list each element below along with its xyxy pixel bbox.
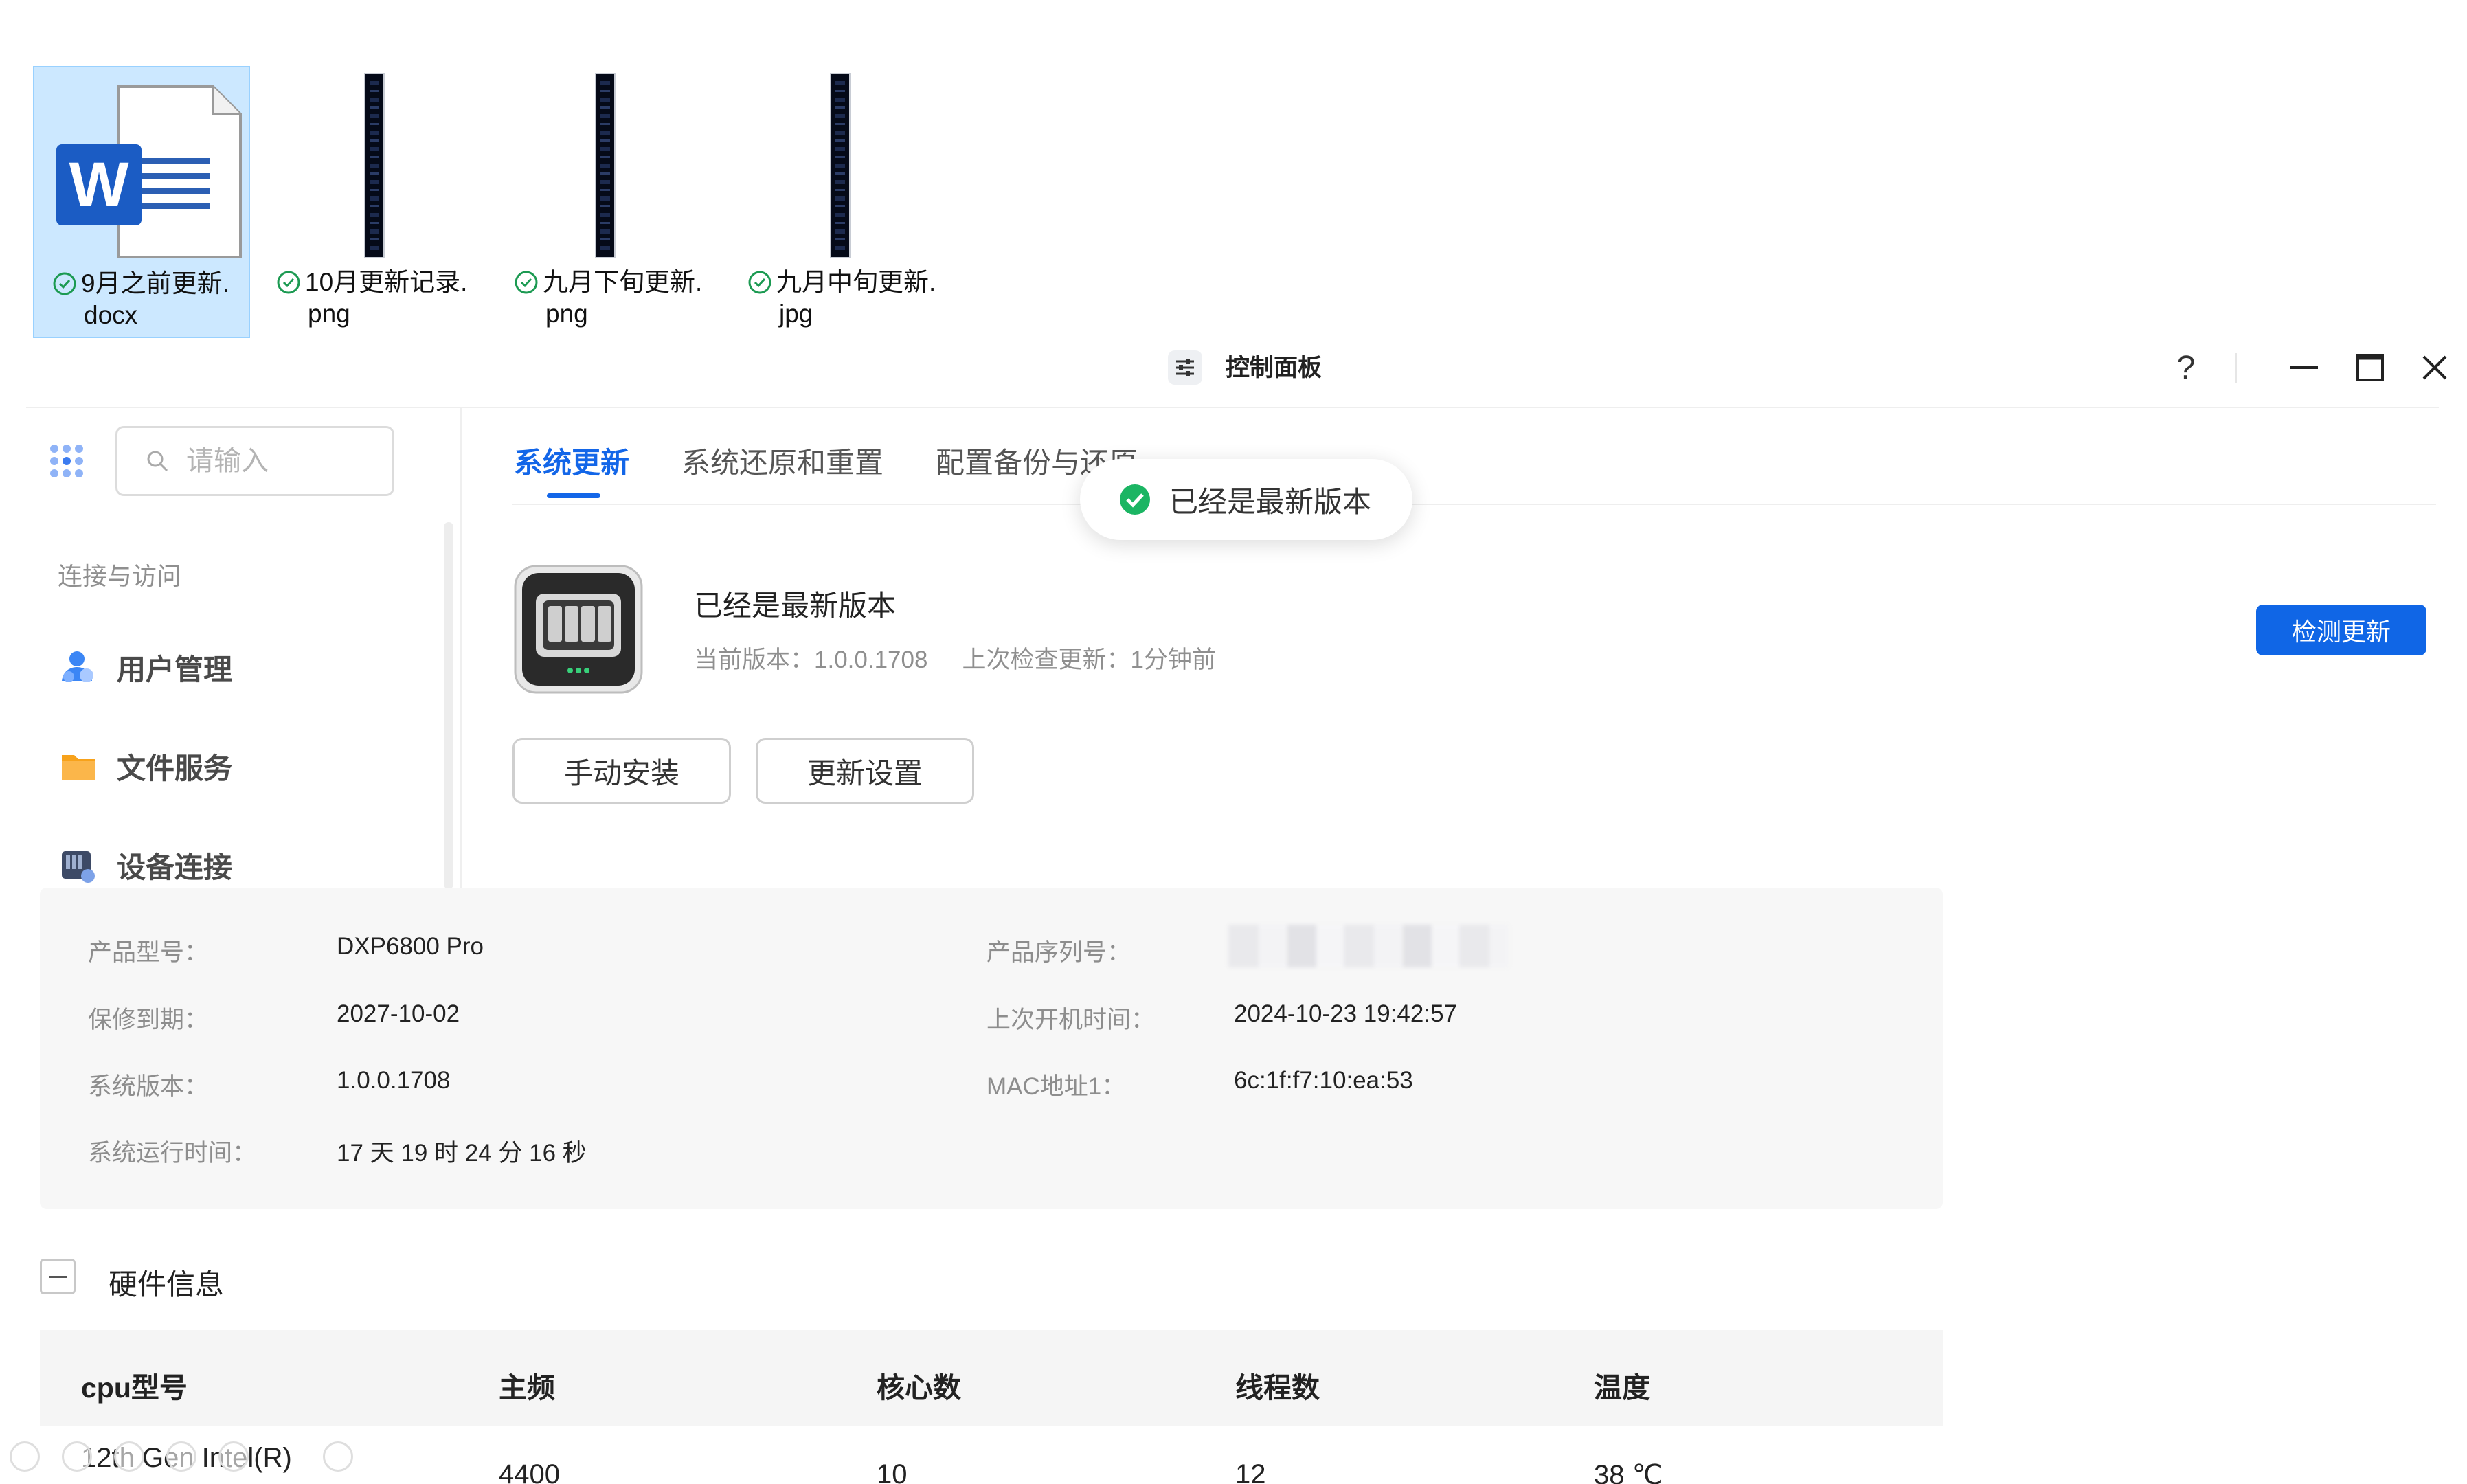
sidebar-scrollbar[interactable] <box>444 522 453 889</box>
last-boot-value: 2024-10-23 19:42:57 <box>1234 1000 1457 1027</box>
column-header-threads: 线程数 <box>1235 1372 1320 1404</box>
search-icon <box>147 451 168 472</box>
hardware-collapse-toggle[interactable] <box>40 1259 76 1294</box>
pager-more-button[interactable] <box>323 1441 353 1472</box>
last-check-label: 上次检查更新： <box>962 647 1131 673</box>
sidebar-section-label: 连接与访问 <box>58 562 182 590</box>
system-version-value: 1.0.0.1708 <box>337 1067 451 1094</box>
user-management-icon <box>62 651 93 682</box>
maximize-button[interactable] <box>2350 347 2391 388</box>
collapse-minus-icon <box>49 1275 67 1278</box>
product-model-value: DXP6800 Pro <box>337 933 484 960</box>
help-label: ? <box>2176 349 2196 386</box>
product-model-label: 产品型号： <box>88 939 209 966</box>
warranty-label: 保修到期： <box>88 1007 209 1033</box>
folder-icon <box>62 755 95 780</box>
image-thumbnail <box>595 73 616 258</box>
tab-system-update[interactable]: 系统更新 <box>514 440 629 482</box>
hardware-section-title: 硬件信息 <box>109 1268 225 1301</box>
close-icon <box>2422 355 2447 380</box>
last-boot-label: 上次开机时间： <box>987 1007 1156 1033</box>
update-settings-button[interactable]: 更新设置 <box>756 738 974 804</box>
system-version-label: 系统版本： <box>88 1073 209 1100</box>
column-header-frequency: 主频 <box>499 1372 555 1404</box>
manual-install-button[interactable]: 手动安装 <box>512 738 731 804</box>
toast-text: 已经是最新版本 <box>1169 485 1372 518</box>
sidebar-separator <box>460 408 462 889</box>
warranty-value: 2027-10-02 <box>337 1000 460 1027</box>
file-name: 9月之前更新. docx <box>52 268 251 331</box>
tabs-divider <box>512 504 2436 505</box>
image-thumbnail <box>830 73 851 258</box>
help-button[interactable]: ? <box>2165 347 2207 388</box>
image-thumbnail <box>364 73 385 258</box>
maximize-icon <box>2356 354 2384 381</box>
word-document-icon: W <box>51 81 245 261</box>
tab-system-restore[interactable]: 系统还原和重置 <box>681 440 883 482</box>
uptime-label: 系统运行时间： <box>88 1140 257 1167</box>
update-version-info: 当前版本：1.0.0.1708 上次检查更新：1分钟前 <box>694 640 1216 675</box>
sidebar-item-label: 设备连接 <box>117 851 233 884</box>
file-name: 九月中旬更新. jpg <box>747 267 947 330</box>
control-panel-icon <box>1168 350 1202 385</box>
window-title: 控制面板 <box>1226 355 1322 381</box>
success-check-icon <box>1120 484 1150 515</box>
desktop-file-docx[interactable]: W 9月之前更新. docx <box>33 66 250 338</box>
synced-check-icon <box>748 271 771 294</box>
pager-dot[interactable] <box>166 1441 196 1472</box>
active-tab-indicator <box>547 493 600 498</box>
cores-cell: 10 <box>877 1459 908 1484</box>
title-separator <box>26 407 2439 408</box>
sidebar-item-user-management[interactable]: 用户管理 <box>59 636 416 698</box>
column-header-temperature: 温度 <box>1594 1372 1650 1404</box>
current-version-label: 当前版本： <box>694 647 815 673</box>
last-check-value: 1分钟前 <box>1130 647 1216 673</box>
column-header-cores: 核心数 <box>877 1372 961 1404</box>
serial-number-label: 产品序列号： <box>987 939 1131 966</box>
pager-dot[interactable] <box>114 1441 144 1472</box>
sidebar-item-device-connect[interactable]: 设备连接 <box>59 834 416 896</box>
column-header-cpu: cpu型号 <box>81 1372 188 1404</box>
serial-number-redacted <box>1228 925 1509 967</box>
toast-notification: 已经是最新版本 <box>1080 459 1412 540</box>
pager-prev-button[interactable] <box>10 1441 40 1472</box>
sidebar-item-label: 文件服务 <box>117 752 233 785</box>
synced-check-icon <box>515 271 538 294</box>
search-box[interactable] <box>115 426 394 496</box>
close-button[interactable] <box>2414 347 2455 388</box>
synced-check-icon <box>53 272 76 295</box>
file-name: 10月更新记录. png <box>276 267 475 330</box>
minimize-icon <box>2290 366 2318 369</box>
current-version-value: 1.0.0.1708 <box>814 647 928 673</box>
file-name: 九月下旬更新. png <box>514 267 713 330</box>
frequency-cell: 4400 <box>499 1459 560 1484</box>
search-input[interactable] <box>186 428 385 494</box>
mac-address-value: 6c:1f:f7:10:ea:53 <box>1234 1067 1413 1094</box>
device-connect-icon <box>62 851 95 883</box>
hardware-table-header <box>40 1330 1943 1426</box>
apps-grid-button[interactable] <box>48 442 85 480</box>
synced-check-icon <box>277 271 300 294</box>
desktop-file-jpg[interactable]: 九月中旬更新. jpg <box>738 66 955 338</box>
check-update-button[interactable]: 检测更新 <box>2256 605 2426 655</box>
nas-system-icon <box>512 563 644 695</box>
pager-dot[interactable] <box>62 1441 92 1472</box>
threads-cell: 12 <box>1235 1459 1266 1484</box>
uptime-value: 17 天 19 时 24 分 16 秒 <box>337 1140 587 1167</box>
apps-grid-icon <box>50 445 83 477</box>
desktop-file-png-2[interactable]: 九月下旬更新. png <box>503 66 720 338</box>
sidebar-item-label: 用户管理 <box>117 653 233 686</box>
update-status-title: 已经是最新版本 <box>694 589 897 622</box>
minimize-button[interactable] <box>2284 347 2325 388</box>
pager-dot[interactable] <box>218 1441 249 1472</box>
desktop-file-png-1[interactable]: 10月更新记录. png <box>268 66 485 338</box>
mac-address-label: MAC地址1： <box>987 1073 1126 1100</box>
word-letter: W <box>69 149 129 220</box>
sidebar-item-file-service[interactable]: 文件服务 <box>59 735 416 797</box>
temperature-cell: 38 ℃ <box>1594 1460 1663 1484</box>
titlebar-divider <box>2235 353 2237 383</box>
